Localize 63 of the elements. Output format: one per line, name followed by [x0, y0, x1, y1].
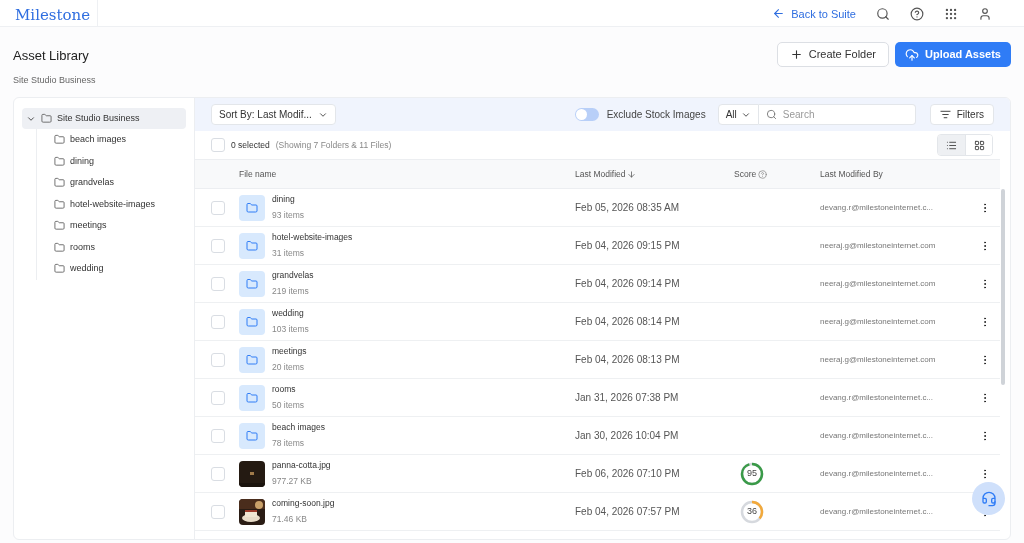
modified-date: Jan 31, 2026 07:38 PM: [575, 391, 680, 405]
file-name[interactable]: coming-soon.jpg: [272, 497, 575, 510]
file-meta: 71.46 KB: [272, 513, 308, 526]
modified-by: devang.r@milestoneinternet.c...: [820, 505, 935, 518]
tree-item[interactable]: wedding: [54, 258, 186, 280]
file-name[interactable]: grandvelas: [272, 269, 575, 282]
file-meta: 78 items: [272, 437, 306, 450]
toggle-label: Exclude Stock Images: [606, 108, 706, 122]
modified-date: Feb 04, 2026 08:14 PM: [575, 315, 681, 329]
tree-item[interactable]: hotel-website-images: [54, 193, 186, 215]
file-name[interactable]: beach images: [272, 421, 575, 434]
file-meta: 219 items: [272, 285, 310, 298]
modified-date: Feb 04, 2026 09:15 PM: [575, 239, 681, 253]
column-header[interactable]: Score: [734, 167, 820, 181]
modified-date: Feb 04, 2026 07:57 PM: [575, 505, 681, 519]
tree-item[interactable]: beach images: [54, 129, 186, 151]
modified-by: neeraj.g@milestoneinternet.com: [820, 277, 937, 290]
column-header[interactable]: File name: [239, 167, 575, 181]
file-name[interactable]: wedding: [272, 307, 575, 320]
logo[interactable]: Milestone: [15, 8, 91, 23]
modified-by: devang.r@milestoneinternet.c...: [820, 391, 935, 404]
modified-by: devang.r@milestoneinternet.c...: [820, 467, 935, 480]
modified-by: neeraj.g@milestoneinternet.com: [820, 239, 937, 252]
search-field[interactable]: Search: [758, 104, 916, 125]
file-name[interactable]: meetings: [272, 345, 575, 358]
selected-count: 0 selected: [231, 138, 270, 152]
file-name[interactable]: hotel-website-images: [272, 231, 575, 244]
file-name[interactable]: panna-cotta.jpg: [272, 459, 575, 472]
tree-item[interactable]: Site Studio Business: [22, 108, 186, 129]
tree-item[interactable]: meetings: [54, 215, 186, 237]
file-meta: 20 items: [272, 361, 306, 374]
modified-date: Feb 06, 2026 07:10 PM: [575, 467, 681, 481]
column-header[interactable]: Last Modified By: [820, 167, 883, 181]
tree-item[interactable]: dining: [54, 150, 186, 172]
tree-item[interactable]: rooms: [54, 236, 186, 258]
modified-date: Feb 05, 2026 08:35 AM: [575, 201, 680, 215]
file-meta: 103 items: [272, 323, 310, 336]
file-meta: 31 items: [272, 247, 306, 260]
type-dropdown[interactable]: All: [717, 104, 759, 125]
score-value: 95: [746, 466, 758, 480]
file-name[interactable]: rooms: [272, 383, 575, 396]
modified-by: neeraj.g@milestoneinternet.com: [820, 315, 937, 328]
score-value: 36: [746, 504, 758, 518]
modified-by: neeraj.g@milestoneinternet.com: [820, 353, 937, 366]
file-meta: 50 items: [272, 399, 306, 412]
modified-by: devang.r@milestoneinternet.c...: [820, 201, 935, 214]
file-meta: 977.27 KB: [272, 475, 313, 488]
filters-button[interactable]: Filters: [929, 104, 994, 125]
tree-item[interactable]: grandvelas: [54, 172, 186, 194]
showing-summary: (Showing 7 Folders & 11 Files): [275, 138, 392, 152]
upload-button[interactable]: Upload Assets: [895, 42, 1011, 67]
sort-dropdown[interactable]: Sort By: Last Modif...: [211, 104, 336, 125]
page-title: Asset Library: [13, 47, 90, 65]
file-meta: 93 items: [272, 209, 306, 222]
modified-by: devang.r@milestoneinternet.c...: [820, 429, 935, 442]
create-folder-button[interactable]: Create Folder: [776, 42, 889, 67]
page-subtitle: Site Studio Business: [13, 73, 96, 87]
column-header[interactable]: Last Modified: [575, 167, 734, 181]
file-name[interactable]: dining: [272, 193, 575, 206]
modified-date: Jan 30, 2026 10:04 PM: [575, 429, 680, 443]
modified-date: Feb 04, 2026 08:13 PM: [575, 353, 681, 367]
back-link[interactable]: Back to Suite: [772, 5, 856, 22]
modified-date: Feb 04, 2026 09:14 PM: [575, 277, 681, 291]
